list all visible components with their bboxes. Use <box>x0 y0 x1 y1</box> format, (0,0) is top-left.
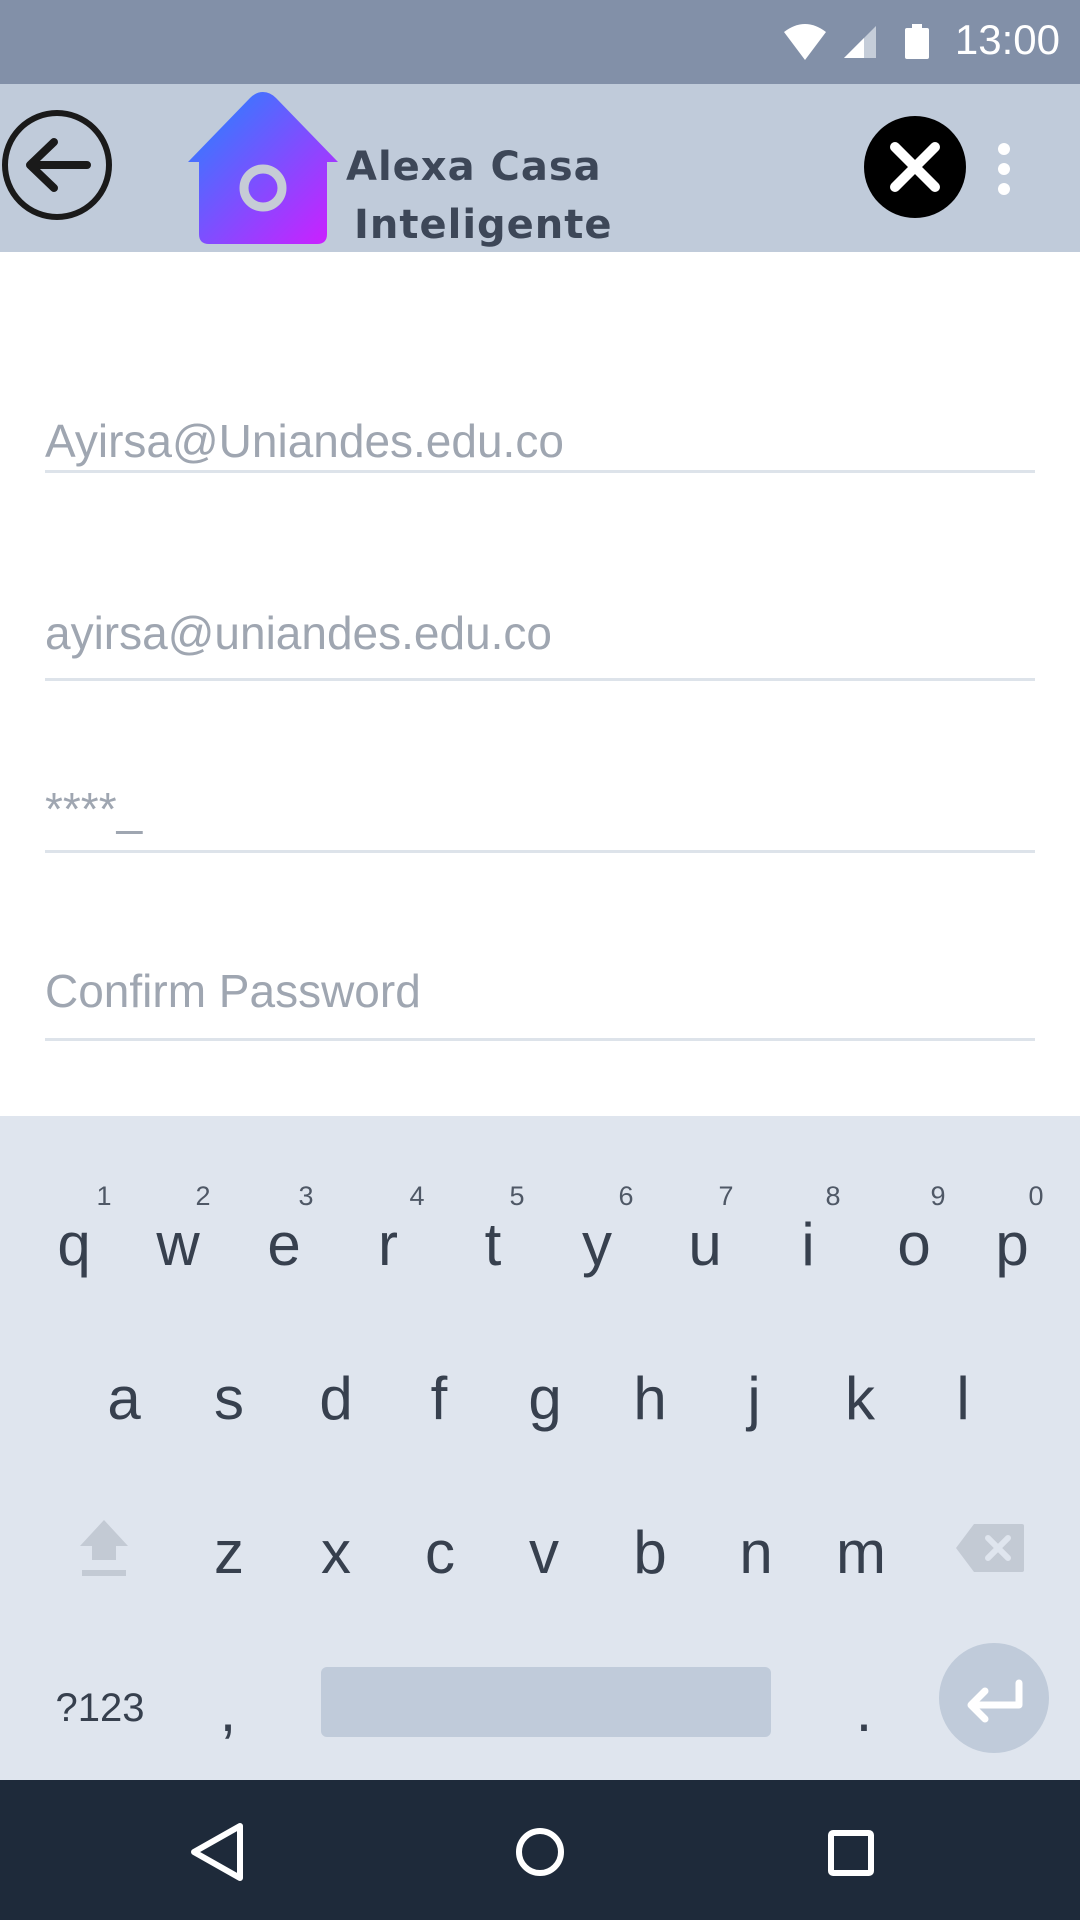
key-m[interactable]: m <box>811 1518 911 1587</box>
email-field[interactable]: ayirsa@uniandes.edu.co <box>45 596 1035 681</box>
key-q[interactable]: q <box>24 1210 124 1279</box>
key-t[interactable]: t <box>443 1210 543 1279</box>
key-d[interactable]: d <box>286 1364 386 1433</box>
key-hint: 0 <box>1028 1181 1044 1211</box>
password-value: ****_ <box>45 783 143 835</box>
password-field[interactable]: ****_ <box>45 768 1035 853</box>
home-logo-icon <box>188 92 338 244</box>
key-u[interactable]: u <box>655 1210 755 1279</box>
backspace-icon[interactable] <box>954 1522 1026 1574</box>
key-hint: 3 <box>298 1181 314 1211</box>
key-s[interactable]: s <box>179 1364 279 1433</box>
key-w[interactable]: w <box>128 1210 228 1279</box>
confirm-password-field[interactable]: Confirm Password <box>45 956 1035 1041</box>
close-icon <box>890 142 940 192</box>
key-hint: 8 <box>825 1181 841 1211</box>
shift-icon[interactable] <box>76 1516 132 1578</box>
app-title-line2: Inteligente <box>354 202 613 248</box>
email-value: ayirsa@uniandes.edu.co <box>45 607 553 659</box>
key-r[interactable]: r <box>338 1210 438 1279</box>
key-n[interactable]: n <box>706 1518 806 1587</box>
key-g[interactable]: g <box>495 1364 595 1433</box>
signal-icon <box>844 26 876 58</box>
key-p[interactable]: p <box>962 1210 1062 1279</box>
key-k[interactable]: k <box>810 1364 910 1433</box>
more-vert-icon[interactable] <box>984 142 1024 196</box>
battery-icon <box>905 24 929 59</box>
key-i[interactable]: i <box>758 1210 858 1279</box>
key-hint: 5 <box>509 1181 525 1211</box>
key-hint: 1 <box>96 1181 112 1211</box>
home-circle-icon[interactable] <box>500 1820 580 1884</box>
key-l[interactable]: l <box>913 1364 1013 1433</box>
key-a[interactable]: a <box>74 1364 174 1433</box>
key-hint: 4 <box>409 1181 425 1211</box>
key-hint: 7 <box>718 1181 734 1211</box>
status-bar: 13:00 <box>0 0 1080 84</box>
key-h[interactable]: h <box>600 1364 700 1433</box>
key-o[interactable]: o <box>864 1210 964 1279</box>
key-hint: 6 <box>618 1181 634 1211</box>
username-field[interactable]: Ayirsa@Uniandes.edu.co <box>45 404 1035 473</box>
key-z[interactable]: z <box>179 1518 279 1587</box>
key-f[interactable]: f <box>389 1364 489 1433</box>
key-j[interactable]: j <box>704 1364 804 1433</box>
symbols-key[interactable]: ?123 <box>50 1686 150 1731</box>
wifi-icon <box>784 24 826 60</box>
status-time: 13:00 <box>954 16 1060 63</box>
key-c[interactable]: c <box>390 1518 490 1587</box>
enter-icon <box>967 1679 1023 1723</box>
key-e[interactable]: e <box>234 1210 334 1279</box>
confirm-password-placeholder: Confirm Password <box>45 965 421 1017</box>
key-y[interactable]: y <box>547 1210 647 1279</box>
back-triangle-icon[interactable] <box>178 1820 258 1884</box>
close-button[interactable] <box>864 116 966 218</box>
back-arrow-icon[interactable] <box>2 110 112 220</box>
comma-key[interactable]: , <box>178 1676 278 1745</box>
recents-square-icon[interactable] <box>810 1820 890 1884</box>
space-key[interactable] <box>321 1667 771 1737</box>
key-hint: 2 <box>195 1181 211 1211</box>
app-title: Alexa Casa Inteligente <box>346 138 646 254</box>
enter-key[interactable] <box>939 1643 1049 1753</box>
key-x[interactable]: x <box>286 1518 386 1587</box>
period-key[interactable]: . <box>814 1676 914 1745</box>
app-title-line1: Alexa Casa <box>346 144 602 190</box>
key-hint: 9 <box>930 1181 946 1211</box>
key-v[interactable]: v <box>494 1518 594 1587</box>
username-value: Ayirsa@Uniandes.edu.co <box>45 415 564 467</box>
key-b[interactable]: b <box>600 1518 700 1587</box>
